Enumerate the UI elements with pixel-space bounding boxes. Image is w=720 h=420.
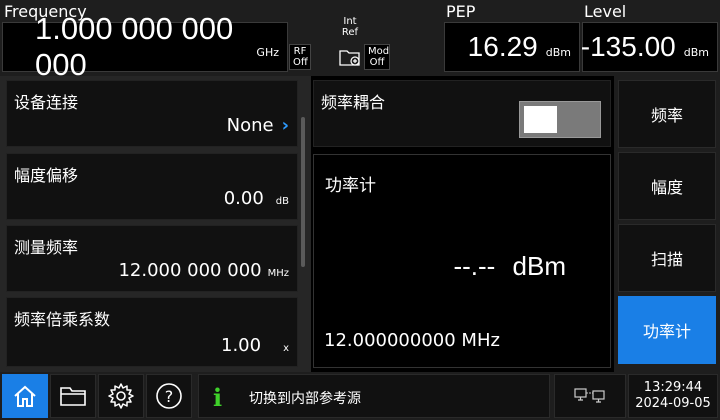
frequency-coupling-item: 频率耦合 xyxy=(313,80,611,147)
frequency-multiplier-value: 1.00 xyxy=(221,335,262,356)
settings-button[interactable] xyxy=(98,374,144,418)
clock-time: 13:29:44 xyxy=(643,380,703,395)
level-readout[interactable]: -135.00 dBm xyxy=(580,22,718,72)
pep-value: 16.29 xyxy=(467,31,538,62)
power-meter-display: 功率计 --.-- dBm 12.000000000 MHz xyxy=(313,154,611,368)
menu-sweep-button[interactable]: 扫描 xyxy=(618,224,716,292)
pep-unit: dBm xyxy=(545,45,571,59)
ref-source-indicator: Int Ref xyxy=(338,16,362,38)
home-button[interactable] xyxy=(2,374,48,418)
pep-readout: 16.29 dBm xyxy=(444,22,580,72)
power-reading-value: --.-- xyxy=(453,251,496,281)
gear-icon xyxy=(108,383,134,409)
frequency-readout[interactable]: 1.000 000 000 000 GHz xyxy=(2,11,288,82)
folder-plus-icon xyxy=(339,50,360,66)
mod-indicator[interactable]: Mod Off xyxy=(364,44,390,70)
bottom-toolbar: ? i 切换到内部参考源 13:29:44 2024-09-05 xyxy=(0,372,720,420)
help-button[interactable]: ? xyxy=(146,374,192,418)
power-meter-title: 功率计 xyxy=(325,176,376,196)
help-icon: ? xyxy=(156,383,182,409)
mod-label: Mod xyxy=(368,46,390,57)
status-message: 切换到内部参考源 xyxy=(249,391,361,407)
menu-power-meter-button[interactable]: 功率计 xyxy=(618,296,716,364)
frequency-unit: GHz xyxy=(256,45,279,59)
coupling-toggle[interactable] xyxy=(519,101,601,138)
measure-frequency-value: 12.000 000 000 xyxy=(118,260,262,281)
power-meter-frequency: 12.000000000 MHz xyxy=(324,330,500,351)
amplitude-offset-item[interactable]: 幅度偏移 0.00 dB xyxy=(6,153,298,220)
softkey-menu: 频率 幅度 扫描 功率计 xyxy=(614,76,720,372)
rf-label: RF xyxy=(293,46,307,57)
device-connection-item[interactable]: 设备连接 None › xyxy=(6,80,298,147)
network-status-button[interactable] xyxy=(554,374,626,418)
measure-frequency-item[interactable]: 测量频率 12.000 000 000 MHz xyxy=(6,225,298,292)
item-value: None › xyxy=(227,115,289,136)
frequency-multiplier-item[interactable]: 频率倍乘系数 1.00 x xyxy=(6,297,298,367)
rf-output-indicator[interactable]: RF Off xyxy=(289,44,311,70)
item-title: 幅度偏移 xyxy=(14,166,79,185)
level-value: -135.00 xyxy=(580,31,676,62)
info-icon: i xyxy=(213,383,223,412)
rf-state: Off xyxy=(293,57,308,68)
ref-line2: Ref xyxy=(341,27,359,38)
status-message-area: i 切换到内部参考源 xyxy=(198,374,550,418)
panel-scrollbar[interactable] xyxy=(301,117,305,267)
folder-icon xyxy=(60,387,86,406)
pep-label: PEP xyxy=(446,2,476,21)
top-status-bar: Frequency 1.000 000 000 000 GHz RF Off I… xyxy=(0,0,720,82)
item-value: 1.00 x xyxy=(221,335,289,356)
network-icon xyxy=(574,388,605,403)
power-reading: --.-- dBm xyxy=(453,251,566,282)
svg-text:?: ? xyxy=(165,387,174,406)
item-value: 0.00 dB xyxy=(224,188,289,209)
power-reading-unit: dBm xyxy=(512,251,566,281)
mod-state: Off xyxy=(369,57,385,68)
measure-frequency-unit: MHz xyxy=(267,268,289,279)
ref-line1: Int xyxy=(343,16,357,27)
level-unit: dBm xyxy=(683,45,709,59)
amplitude-offset-value: 0.00 xyxy=(223,188,264,209)
item-title: 设备连接 xyxy=(14,93,79,112)
file-button[interactable] xyxy=(50,374,96,418)
home-icon xyxy=(14,385,36,407)
clock-display: 13:29:44 2024-09-05 xyxy=(628,374,718,418)
item-title: 测量频率 xyxy=(14,238,79,257)
toggle-knob xyxy=(524,106,557,133)
device-connection-value: None xyxy=(226,115,274,136)
item-title: 频率倍乘系数 xyxy=(14,310,111,329)
menu-frequency-button[interactable]: 频率 xyxy=(618,80,716,148)
item-value: 12.000 000 000 MHz xyxy=(118,260,289,281)
frequency-value: 1.000 000 000 000 xyxy=(35,11,234,82)
coupling-title: 频率耦合 xyxy=(321,93,386,112)
menu-amplitude-button[interactable]: 幅度 xyxy=(618,152,716,220)
level-label: Level xyxy=(584,2,627,21)
amplitude-offset-unit: dB xyxy=(275,196,289,207)
clock-date: 2024-09-05 xyxy=(635,396,711,411)
chevron-right-icon: › xyxy=(281,115,289,136)
frequency-multiplier-unit: x xyxy=(283,343,289,354)
